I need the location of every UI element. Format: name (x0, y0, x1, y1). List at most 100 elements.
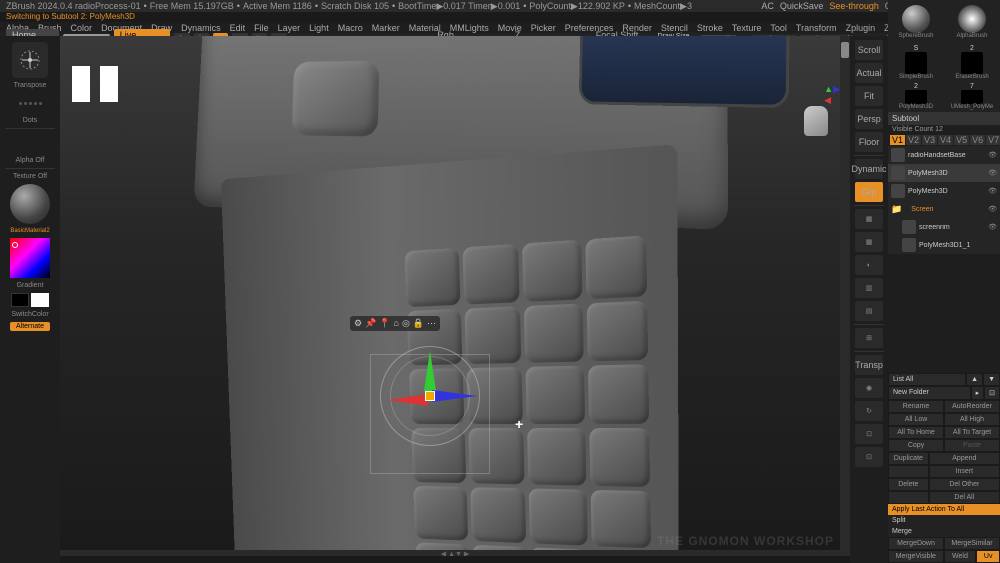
spherebrush-tool[interactable]: SphereBrush (888, 0, 944, 44)
subtool-list: radioHandsetBase👁 PolyMesh3D👁 PolyMesh3D… (888, 146, 1000, 254)
rename-button[interactable]: Rename (888, 400, 944, 413)
subtool-item[interactable]: PolyMesh3D👁 (888, 164, 1000, 182)
eye-icon: 👁 (988, 223, 997, 231)
shelf-icon[interactable]: ⊞ (855, 328, 883, 348)
nav-axes[interactable]: ▲▶◀ (824, 84, 840, 106)
gradient-label[interactable]: Gradient (17, 282, 44, 289)
eye-icon: 👁 (988, 187, 997, 195)
split-header[interactable]: Split (888, 515, 1000, 526)
shelf-icon[interactable]: ▥ (855, 278, 883, 298)
menu-item[interactable]: Layer (278, 23, 301, 33)
menu-item[interactable]: File (254, 23, 269, 33)
transp-icon[interactable]: Transp (855, 355, 883, 375)
undo-action[interactable]: Apply Last Action To All (888, 504, 1000, 515)
gizmo-center (425, 391, 435, 401)
scroll-icon[interactable]: Scroll (855, 40, 883, 60)
persp-icon[interactable]: Persp (855, 109, 883, 129)
menu-item[interactable]: Dynamics (181, 23, 221, 33)
lock-icon: 🔒 (413, 318, 424, 329)
transform-gizmo[interactable] (380, 346, 480, 446)
down-arrow-icon[interactable]: ▼ (983, 373, 1000, 386)
polymesh-tool[interactable]: 2PolyMesh3D (888, 80, 944, 112)
eye-icon: 👁 (988, 205, 997, 213)
up-arrow-icon[interactable]: ▲ (966, 373, 983, 386)
subtool-item[interactable]: screenrim👁 (888, 218, 1000, 236)
menu-item[interactable]: Marker (372, 23, 400, 33)
shelf-icon[interactable]: ⊡ (855, 447, 883, 467)
autoreorder-button[interactable]: AutoReorder (944, 400, 1000, 413)
shelf-icon[interactable]: ◐ (855, 255, 883, 275)
eye-icon: 👁 (988, 151, 997, 159)
color-picker[interactable] (10, 238, 50, 278)
quicksave-button[interactable]: QuickSave (780, 1, 824, 11)
umesh-tool[interactable]: 7UMesh_PolyMe (944, 80, 1000, 112)
horizontal-scrollbar[interactable]: ◀ ▲▼ ▶ (60, 550, 850, 556)
material-sphere[interactable] (10, 184, 50, 224)
fit-icon[interactable]: Fit (855, 86, 883, 106)
thumbnail-overlay (72, 66, 118, 102)
shelf-icon[interactable]: ◉ (855, 378, 883, 398)
shelf-icon[interactable]: ▦ (855, 232, 883, 252)
marker-icon: 📍 (379, 318, 390, 329)
viewport[interactable]: ⚙📌📍 ⌂◎🔒⋯ + ▲▶◀ ◀ ▲▼ ▶ THE GNOMON WORKSHO… (60, 36, 850, 556)
menu-item[interactable]: Macro (338, 23, 363, 33)
menu-item[interactable]: Transform (796, 23, 837, 33)
menu-item[interactable]: Stroke (697, 23, 723, 33)
shelf-icon[interactable]: ▦ (855, 209, 883, 229)
subtool-item[interactable]: PolyMesh3D👁 (888, 182, 1000, 200)
model-side-button (292, 61, 380, 137)
duplicate-header[interactable]: Duplicate (888, 452, 929, 465)
shelf-icon[interactable]: ↻ (855, 401, 883, 421)
menu-item[interactable]: Edit (230, 23, 246, 33)
subtool-folder[interactable]: 📁2Screen👁 (888, 200, 1000, 218)
gizmo-z-axis (388, 394, 428, 406)
subtool-item[interactable]: radioHandsetBase👁 (888, 146, 1000, 164)
dynamic-icon[interactable]: Dynamic (855, 159, 883, 179)
visibility-tabs[interactable]: V1V2V3V4 V5V6V7V8 (888, 134, 1000, 146)
texture-off-label[interactable]: Texture Off (13, 173, 47, 180)
eraserbrush-tool[interactable]: 2EraserBrush (944, 44, 1000, 80)
model-screen (579, 36, 790, 108)
delete-header[interactable]: Delete (888, 478, 929, 491)
eye-icon: 👁 (988, 169, 997, 177)
new-folder-button[interactable]: New Folder (888, 386, 971, 400)
subtool-header[interactable]: Subtool (888, 112, 1000, 125)
menu-item[interactable]: Texture (732, 23, 762, 33)
actual-icon[interactable]: Actual (855, 63, 883, 83)
material-label[interactable]: BasicMaterial2 (10, 228, 49, 234)
transpose-label: Transpose (14, 82, 47, 89)
model-view[interactable] (60, 36, 850, 556)
gizmo-x-axis (432, 390, 477, 402)
shelf-icon[interactable]: ▤ (855, 301, 883, 321)
subtool-item[interactable]: PolyMesh3D1_1 (888, 236, 1000, 254)
arrow-icon[interactable]: ▸ (971, 386, 985, 400)
simplebrush-tool[interactable]: SSimpleBrush (888, 44, 944, 80)
stroke-dots[interactable] (10, 93, 50, 113)
visible-count: Visible Count 12 (888, 125, 1000, 134)
switch-color[interactable]: SwitchColor (11, 311, 48, 318)
folder-icon: 📁 (891, 204, 902, 215)
watermark: THE GNOMON WORKSHOP (657, 534, 834, 548)
vertical-scrollbar[interactable] (840, 36, 850, 556)
seethrough-label[interactable]: See-through (829, 1, 879, 11)
alternate-button[interactable]: Alternate (10, 322, 50, 331)
grp-icon[interactable]: Grp (855, 182, 883, 202)
nav-head[interactable] (796, 106, 836, 156)
alphabrush-tool[interactable]: AlphaBrush (944, 0, 1000, 44)
status-subline: Switching to Subtool 2: PolyMesh3D (0, 12, 1000, 22)
menu-item[interactable]: Light (309, 23, 329, 33)
app-title: ZBrush 2024.0.4 radioProcess-01 (6, 1, 141, 12)
more-icon: ⋯ (427, 318, 436, 329)
merge-header[interactable]: Merge (888, 526, 1000, 537)
shelf-panel: Scroll Actual Fit Persp Floor Dynamic Gr… (850, 36, 888, 563)
shelf-icon[interactable]: ⊡ (855, 424, 883, 444)
menu-item[interactable]: Tool (770, 23, 787, 33)
title-bar: ZBrush 2024.0.4 radioProcess-01 • Free M… (0, 0, 1000, 12)
floor-icon[interactable]: Floor (855, 132, 883, 152)
gizmo-toolbar[interactable]: ⚙📌📍 ⌂◎🔒⋯ (350, 316, 440, 331)
transpose-icon[interactable] (12, 42, 48, 78)
color-swatches[interactable] (11, 293, 49, 307)
list-all-button[interactable]: List All (888, 373, 966, 386)
menu-item[interactable]: Color (71, 23, 93, 33)
alpha-off-label[interactable]: Alpha Off (15, 157, 44, 164)
